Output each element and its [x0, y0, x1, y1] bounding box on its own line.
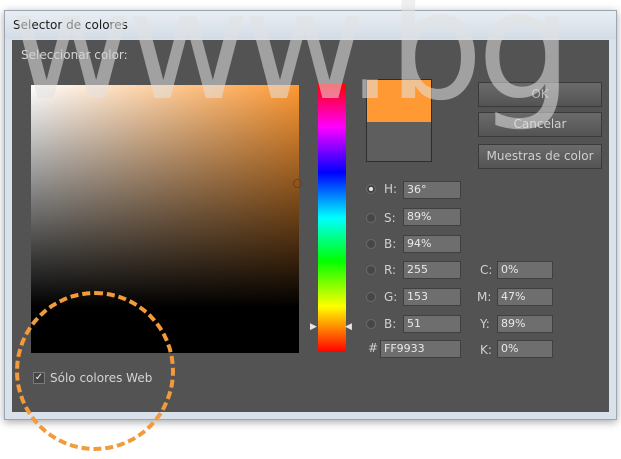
select-color-label: Seleccionar color: — [21, 48, 128, 62]
m-input[interactable]: 47% — [497, 288, 553, 306]
c-input[interactable]: 0% — [497, 261, 553, 279]
ok-button[interactable]: OK — [478, 82, 602, 107]
original-color-swatch[interactable] — [366, 122, 432, 162]
hue-slider[interactable] — [318, 84, 346, 352]
title-bar[interactable]: Selector de colores — [5, 11, 616, 39]
blue-input[interactable]: 51 — [403, 315, 461, 333]
s-input[interactable]: 89% — [403, 208, 461, 226]
y-input[interactable]: 89% — [497, 315, 553, 333]
h-input[interactable]: 36° — [403, 181, 461, 199]
blue-label: B: — [384, 317, 397, 331]
h-label: H: — [384, 182, 398, 196]
dialog-title: Selector de colores — [13, 18, 128, 32]
hex-input[interactable]: FF9933 — [380, 340, 461, 358]
highlight-dashed-circle — [15, 291, 175, 451]
blue-radio[interactable] — [366, 319, 376, 329]
g-label: G: — [384, 290, 398, 304]
hue-slider-left-arrow-icon[interactable]: ▶ — [310, 322, 317, 332]
hex-label: # — [368, 341, 379, 355]
m-label: M: — [477, 290, 492, 304]
new-color-swatch — [366, 79, 432, 123]
color-swatches-button[interactable]: Muestras de color — [478, 144, 602, 169]
s-label: S: — [384, 211, 396, 225]
b-radio[interactable] — [366, 239, 376, 249]
brightness-input[interactable]: 94% — [403, 235, 461, 253]
r-label: R: — [384, 263, 397, 277]
c-label: C: — [480, 263, 493, 277]
r-radio[interactable] — [366, 265, 376, 275]
hue-slider-right-arrow-icon[interactable]: ◀ — [345, 322, 352, 332]
g-input[interactable]: 153 — [403, 288, 461, 306]
s-radio[interactable] — [366, 213, 376, 223]
h-radio[interactable] — [366, 184, 376, 194]
cancel-button[interactable]: Cancelar — [478, 112, 602, 137]
k-input[interactable]: 0% — [497, 340, 553, 358]
brightness-label: B: — [384, 237, 397, 251]
r-input[interactable]: 255 — [403, 261, 461, 279]
g-radio[interactable] — [366, 292, 376, 302]
y-label: Y: — [480, 317, 490, 331]
k-label: K: — [480, 343, 492, 357]
color-picker-cursor[interactable] — [293, 179, 302, 188]
